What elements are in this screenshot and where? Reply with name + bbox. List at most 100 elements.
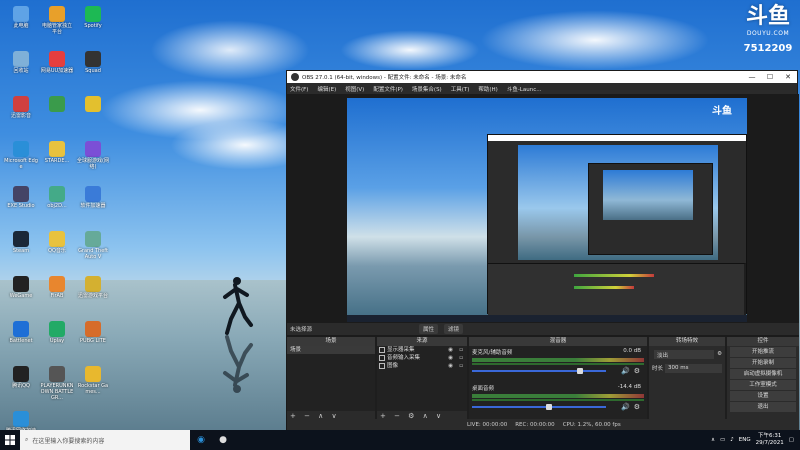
language-indicator[interactable]: ENG [739,437,751,443]
menu-item[interactable]: 场景集合(S) [412,85,442,93]
menu-item[interactable]: 文件(F) [290,85,308,93]
volume-slider[interactable]: 🔊 ⚙ [472,367,644,375]
speaker-icon[interactable]: 🔊 [621,403,630,411]
gear-icon[interactable]: ⚙ [634,367,640,375]
control-button[interactable]: 退出 [730,402,796,412]
preview-canvas[interactable]: 斗鱼 [347,98,747,322]
desktop-shortcut[interactable] [76,94,110,136]
menu-item[interactable]: 视图(V) [345,85,364,93]
desktop-shortcut-label: WeGame [9,293,33,299]
desktop-shortcut[interactable]: obj2D... [40,184,74,226]
lock-icon[interactable]: ▫ [459,346,463,354]
source-item[interactable]: 音频输入采集 ◉ ▫ [377,354,467,362]
desktop-shortcut[interactable]: 电脑管家独立平台 [40,4,74,46]
desktop-shortcut[interactable]: Microsoft Edge [4,139,38,181]
obs-docks: 场景 场景 + − ∧ ∨ 来源 显示器采集 ◉ ▫ 音频输入采集 ◉ ▫ 图像 ◉ ▫ + −… [287,337,799,421]
transition-settings-icon[interactable]: ⚙ [717,351,722,357]
volume-knob[interactable] [545,404,552,410]
taskbar-search[interactable]: ⌕ 在这里输入你要搜索的内容 [20,430,190,450]
desktop-shortcut[interactable]: Rockstar Games... [76,364,110,406]
volume-meter-peak [472,399,644,401]
desktop-shortcut[interactable]: 全球服游戏(网络) [76,139,110,181]
desktop-shortcut[interactable]: WeGame [4,274,38,316]
volume-icon[interactable]: ♪ [730,437,734,443]
control-button[interactable]: 开始推流 [730,347,796,357]
desktop-shortcut[interactable] [40,94,74,136]
visibility-icon[interactable]: ◉ [448,354,453,362]
desktop-shortcut[interactable]: STARDE... [40,139,74,181]
desktop-shortcut[interactable]: PUBG LITE [76,319,110,361]
taskbar: ⌕ 在这里输入你要搜索的内容 ◉ ● ∧ ▭ ♪ ENG 下午6:31 29/7… [0,430,800,450]
desktop-shortcut[interactable]: 迅雷影音 [4,94,38,136]
control-button[interactable]: 工作室模式 [730,380,796,390]
preview-taskbar [347,315,747,322]
desktop-shortcut[interactable]: 迅雷游戏平台 [76,274,110,316]
desktop-shortcut[interactable]: 回收站 [4,49,38,91]
transitions-dock: 转场特效 淡出 ⚙ 时长 300 ms [649,337,727,421]
desktop-shortcut[interactable]: QQ音乐 [40,229,74,271]
transition-type-select[interactable]: 淡出 [654,349,715,359]
desktop-shortcut[interactable]: Steam [4,229,38,271]
filters-button[interactable]: 滤镜 [444,324,464,334]
notification-icon[interactable]: ▢ [789,437,794,443]
obs-titlebar[interactable]: OBS 27.0.1 (64-bit, windows) - 配置文件: 未命名… [287,71,797,83]
edge-taskbar-icon[interactable]: ◉ [190,430,212,450]
desktop-shortcut[interactable]: Battlenet [4,319,38,361]
desktop-shortcut[interactable]: EXE Studio [4,184,38,226]
network-icon[interactable]: ▭ [720,437,725,443]
start-button[interactable] [0,430,20,450]
douyu-logo: 斗鱼 DOUYU.COM 7512209 [740,4,796,62]
desktop-shortcut[interactable]: 此电脑 [4,4,38,46]
clock[interactable]: 下午6:31 29/7/2021 [756,433,784,447]
volume-knob[interactable] [576,368,583,374]
close-button[interactable]: ✕ [779,71,797,83]
desktop-shortcut[interactable]: PLAYERUNKNOWN BATTLEGR... [40,364,74,406]
speaker-icon[interactable]: 🔊 [621,367,630,375]
desktop-shortcut[interactable]: Squad [76,49,110,91]
control-button[interactable]: 设置 [730,391,796,401]
menu-item[interactable]: 工具(T) [451,85,470,93]
obs-taskbar-icon[interactable]: ● [212,430,234,450]
duration-input[interactable]: 300 ms [665,363,722,373]
desktop-shortcut[interactable]: 腾讯QQ [4,364,38,406]
lock-icon[interactable]: ▫ [459,362,463,370]
menu-item[interactable]: 配置文件(P) [373,85,403,93]
menu-item[interactable]: 编辑(E) [317,85,336,93]
control-button[interactable]: 启动虚拟摄像机 [730,369,796,379]
maximize-button[interactable]: ☐ [761,71,779,83]
source-label: 显示器采集 [387,347,415,353]
volume-slider[interactable]: 🔊 ⚙ [472,403,644,411]
source-item[interactable]: 图像 ◉ ▫ [377,362,467,370]
desktop-shortcut[interactable]: 软件加速器 [76,184,110,226]
nested-docks [488,263,746,315]
desktop-shortcut-label: STARDE... [44,158,70,164]
control-button[interactable]: 开始录制 [730,358,796,368]
source-type-icon [379,355,385,361]
preview-nested-obs [487,134,747,315]
visibility-icon[interactable]: ◉ [448,346,453,354]
desktop-shortcut-label: PLAYERUNKNOWN BATTLEGR... [40,383,74,401]
source-item[interactable]: 显示器采集 ◉ ▫ [377,346,467,354]
runner-silhouette [223,277,253,335]
scene-item[interactable]: 场景 [287,346,375,354]
properties-button[interactable]: 属性 [419,324,439,334]
transitions-dock-title: 转场特效 [649,337,725,346]
volume-track [472,370,607,372]
menu-item[interactable]: 斗鱼-Launc... [507,85,542,93]
source-type-icon [379,347,385,353]
desktop-shortcut[interactable]: 网易UU加速器 [40,49,74,91]
desktop-shortcut[interactable]: Uplay [40,319,74,361]
desktop-shortcut[interactable]: FirAB [40,274,74,316]
obs-logo-icon [291,73,299,81]
lock-icon[interactable]: ▫ [459,354,463,362]
gear-icon[interactable]: ⚙ [634,403,640,411]
tray-overflow-icon[interactable]: ∧ [711,437,715,443]
minimize-button[interactable]: — [743,71,761,83]
desktop-shortcut[interactable]: Spotify [76,4,110,46]
preview-douyu-logo: 斗鱼 [712,106,732,117]
visibility-icon[interactable]: ◉ [448,362,453,370]
menu-item[interactable]: 帮助(H) [478,85,497,93]
desktop-shortcut[interactable]: Grand Theft Auto V [76,229,110,271]
app-icon [85,366,101,382]
obs-title: OBS 27.0.1 (64-bit, windows) - 配置文件: 未命名… [302,75,467,81]
